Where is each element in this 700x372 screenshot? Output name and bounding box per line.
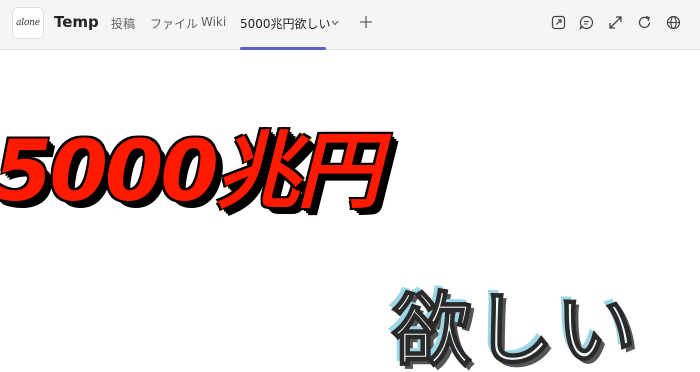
avatar-text: alone (16, 18, 40, 28)
tab-posts[interactable]: 投稿 (111, 15, 135, 32)
active-tab-indicator (240, 47, 326, 50)
tab-content: 5000兆円 欲しい (0, 51, 700, 372)
popout-icon[interactable] (550, 14, 567, 31)
plus-icon[interactable] (358, 14, 374, 30)
tab-files[interactable]: ファイル (150, 15, 198, 32)
refresh-icon[interactable] (636, 14, 653, 31)
chat-icon[interactable] (578, 14, 595, 31)
headline-5000-trillion-yen: 5000兆円 (0, 122, 382, 220)
chevron-down-icon[interactable] (331, 20, 339, 26)
expand-icon[interactable] (607, 14, 624, 31)
tab-custom[interactable]: 5000兆円欲しい (240, 15, 331, 32)
teams-window: alone Temp 投稿 ファイル Wiki 5000兆円欲しい 5000兆円… (0, 0, 700, 372)
tab-wiki[interactable]: Wiki (201, 15, 226, 29)
headline-want: 欲しい (391, 284, 638, 372)
channel-header: alone Temp 投稿 ファイル Wiki 5000兆円欲しい (0, 0, 700, 50)
channel-avatar[interactable]: alone (13, 8, 43, 38)
globe-icon[interactable] (665, 14, 682, 31)
channel-title[interactable]: Temp (54, 13, 99, 31)
